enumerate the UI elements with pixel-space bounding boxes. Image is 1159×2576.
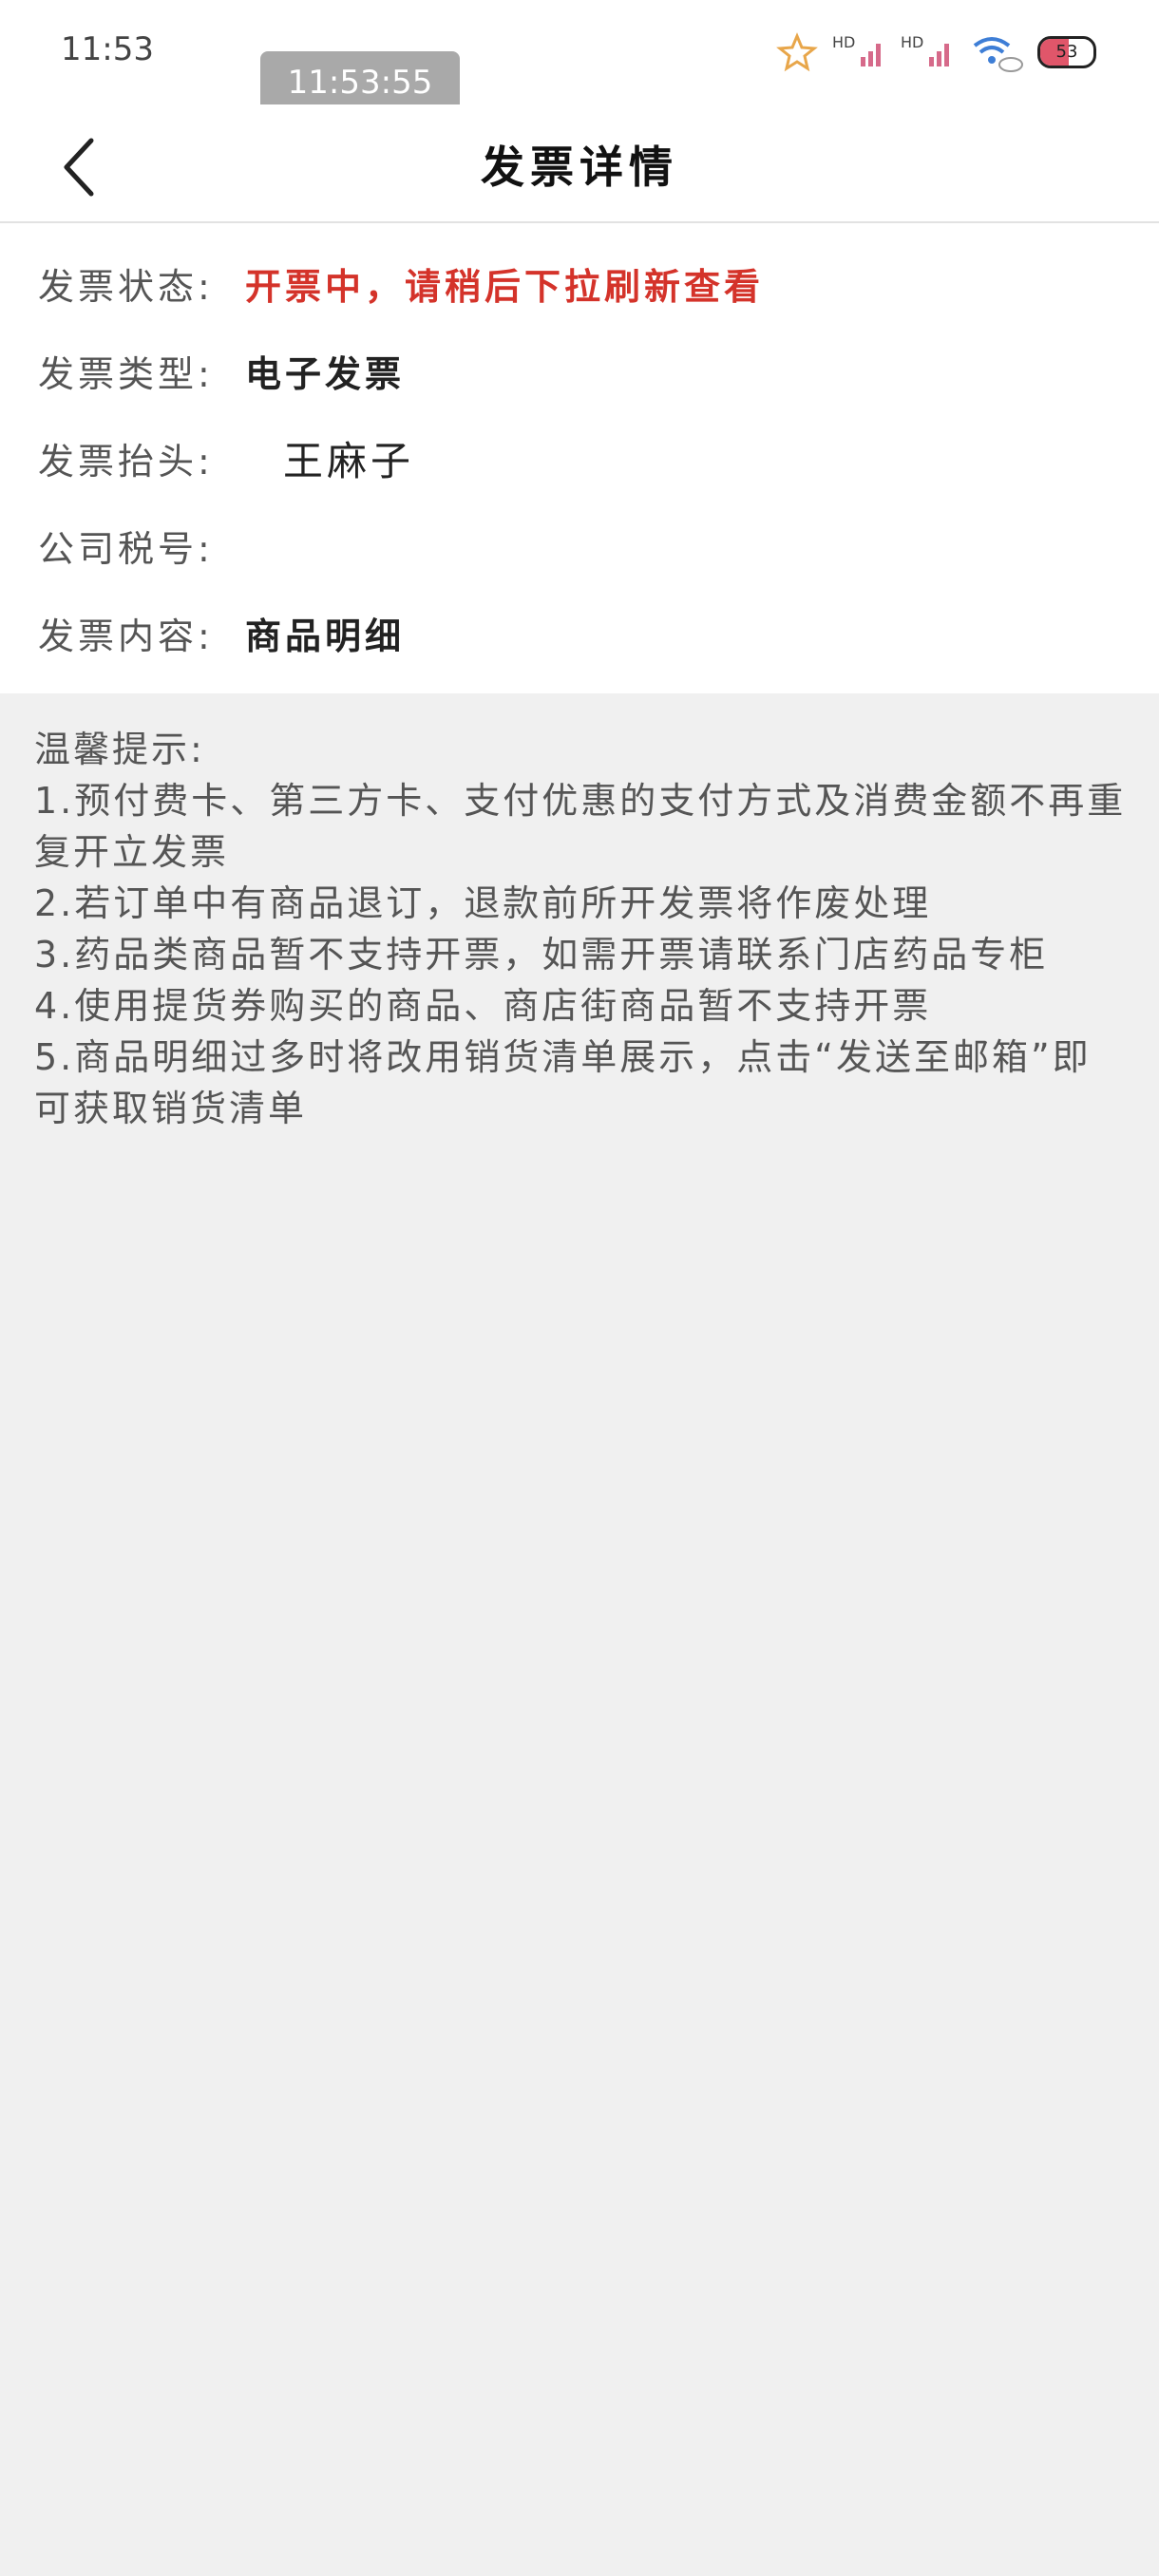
type-label: 发票类型: bbox=[38, 352, 214, 395]
tips-title: 温馨提示: bbox=[34, 729, 205, 770]
info-row-type: 发票类型: 电子发票 bbox=[38, 342, 405, 399]
header-label: 发票抬头: bbox=[38, 440, 214, 483]
tips-section: 温馨提示: 1.预付费卡、第三方卡、支付优惠的支付方式及消费金额不再重复开立发票… bbox=[34, 724, 1127, 1134]
tax-id-label: 公司税号: bbox=[38, 527, 214, 570]
signal-icon-1: HD bbox=[832, 28, 887, 76]
content-value: 商品明细 bbox=[245, 615, 406, 657]
info-row-status: 发票状态: 开票中，请稍后下拉刷新查看 bbox=[38, 255, 764, 312]
status-label: 发票状态: bbox=[38, 265, 214, 308]
status-icons: HD HD 53 bbox=[775, 28, 1096, 76]
status-bar: 11:53 11:53:55 HD HD 53 bbox=[0, 0, 1159, 114]
signal-icon-2: HD bbox=[901, 28, 956, 76]
tip-item-4: 4.使用提货券购买的商品、商店街商品暂不支持开票 bbox=[34, 985, 932, 1027]
star-icon bbox=[776, 32, 818, 72]
header-value: 王麻子 bbox=[283, 437, 415, 484]
tip-item-2: 2.若订单中有商品退订，退款前所开发票将作废处理 bbox=[34, 882, 932, 924]
info-row-header: 发票抬头: 王麻子 bbox=[38, 429, 414, 486]
info-row-tax-id: 公司税号: bbox=[38, 517, 245, 574]
battery-icon: 53 bbox=[1037, 36, 1096, 68]
tip-item-1: 1.预付费卡、第三方卡、支付优惠的支付方式及消费金额不再重复开立发票 bbox=[34, 780, 1127, 873]
tip-item-5: 5.商品明细过多时将改用销货清单展示，点击“发送至邮箱”即可获取销货清单 bbox=[34, 1036, 1092, 1129]
signal-label-2: HD bbox=[901, 33, 923, 51]
info-row-content: 发票内容: 商品明细 bbox=[38, 604, 405, 661]
invoice-info-card: 发票状态: 开票中，请稍后下拉刷新查看 发票类型: 电子发票 发票抬头: 王麻子… bbox=[0, 223, 1159, 693]
status-value: 开票中，请稍后下拉刷新查看 bbox=[245, 265, 765, 308]
type-value: 电子发票 bbox=[245, 352, 406, 395]
wifi-icon bbox=[973, 37, 1023, 72]
nav-bar: 发票详情 bbox=[0, 104, 1159, 223]
tip-item-3: 3.药品类商品暂不支持开票，如需开票请联系门店药品专柜 bbox=[34, 934, 1049, 975]
signal-label-1: HD bbox=[832, 33, 855, 51]
battery-text: 53 bbox=[1055, 42, 1078, 62]
status-time: 11:53 bbox=[61, 30, 154, 68]
content-label: 发票内容: bbox=[38, 615, 214, 657]
page-title: 发票详情 bbox=[481, 142, 678, 193]
